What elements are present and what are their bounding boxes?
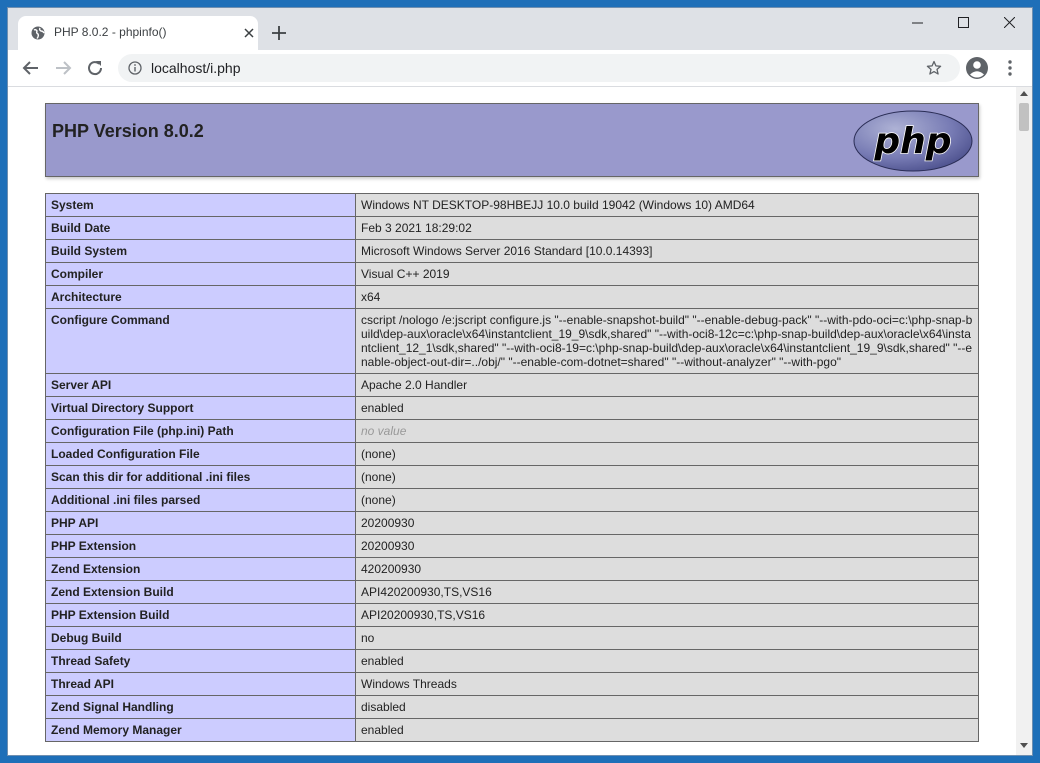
table-row: Scan this dir for additional .ini files(…: [45, 465, 979, 489]
table-row: Thread Safety enabled: [45, 649, 979, 673]
row-key: Build System: [45, 239, 356, 263]
info-icon[interactable]: [128, 61, 142, 75]
row-value: (none): [355, 488, 979, 512]
table-row: Configure Command cscript /nologo /e:jscr…: [45, 308, 979, 374]
row-key: Zend Signal Handling: [45, 695, 356, 719]
row-key: System: [45, 193, 356, 217]
svg-text:php: php: [873, 121, 951, 162]
arrow-right-icon[interactable]: [51, 56, 75, 80]
row-value: 420200930: [355, 557, 979, 581]
table-row: Server API Apache 2.0 Handler: [45, 373, 979, 397]
table-row: Configuration File (php.ini) Path no valu…: [45, 419, 979, 443]
reload-icon[interactable]: [83, 56, 107, 80]
row-value: no value: [355, 419, 979, 443]
table-row: Build System Microsoft Windows Server 201…: [45, 239, 979, 263]
table-row: Zend Signal Handling disabled: [45, 695, 979, 719]
row-key: Architecture: [45, 285, 356, 309]
vertical-scrollbar[interactable]: [1016, 87, 1032, 755]
row-key: PHP Extension: [45, 534, 356, 558]
close-window-button[interactable]: [986, 8, 1032, 38]
phpinfo-header: PHP Version 8.0.2 php: [45, 103, 979, 177]
browser-toolbar: localhost/i.php: [8, 50, 1032, 87]
row-value: 20200930: [355, 511, 979, 535]
row-value: enabled: [355, 649, 979, 673]
row-value: (none): [355, 442, 979, 466]
maximize-button[interactable]: [940, 8, 986, 38]
row-value: API20200930,TS,VS16: [355, 603, 979, 627]
row-key: Configuration File (php.ini) Path: [45, 419, 356, 443]
row-value: enabled: [355, 718, 979, 742]
table-row: Additional .ini files parsed (none): [45, 488, 979, 512]
star-icon[interactable]: [926, 60, 942, 76]
table-row: PHP Extension Build API20200930,TS,VS16: [45, 603, 979, 627]
table-row: Build Date Feb 3 2021 18:29:02: [45, 216, 979, 240]
row-value: Windows Threads: [355, 672, 979, 696]
row-value: disabled: [355, 695, 979, 719]
page-content: PHP Version 8.0.2 php System Windows NT …: [8, 87, 1016, 755]
phpinfo-table: System Windows NT DESKTOP-98HBEJJ 10.0 bu…: [45, 193, 979, 742]
page-title: PHP Version 8.0.2: [52, 121, 204, 141]
row-key: Virtual Directory Support: [45, 396, 356, 420]
minimize-button[interactable]: [894, 8, 940, 38]
row-key: Loaded Configuration File: [45, 442, 356, 466]
table-row: Debug Build no: [45, 626, 979, 650]
row-value: x64: [355, 285, 979, 309]
tab-title: PHP 8.0.2 - phpinfo(): [54, 25, 167, 39]
row-key: Debug Build: [45, 626, 356, 650]
row-key: Additional .ini files parsed: [45, 488, 356, 512]
row-key: Zend Extension: [45, 557, 356, 581]
scroll-up-icon[interactable]: [1020, 91, 1028, 96]
row-key: Server API: [45, 373, 356, 397]
row-key: Build Date: [45, 216, 356, 240]
row-key: Thread Safety: [45, 649, 356, 673]
table-row: PHP Extension 20200930: [45, 534, 979, 558]
scroll-down-icon[interactable]: [1020, 743, 1028, 748]
row-value: no: [355, 626, 979, 650]
tab-phpinfo[interactable]: PHP 8.0.2 - phpinfo(): [18, 16, 258, 50]
row-key: Compiler: [45, 262, 356, 286]
row-value: Windows NT DESKTOP-98HBEJJ 10.0 build 19…: [355, 193, 979, 217]
table-row: Virtual Directory Support enabled: [45, 396, 979, 420]
row-value: API420200930,TS,VS16: [355, 580, 979, 604]
row-value: Microsoft Windows Server 2016 Standard […: [355, 239, 979, 263]
profile-icon[interactable]: [964, 55, 990, 81]
row-value: enabled: [355, 396, 979, 420]
row-value: 20200930: [355, 534, 979, 558]
browser-window: PHP 8.0.2 - phpinfo() localhost/i.php PH…: [8, 8, 1032, 755]
url-text[interactable]: localhost/i.php: [151, 60, 241, 76]
tab-strip: PHP 8.0.2 - phpinfo(): [8, 8, 1032, 50]
globe-icon: [31, 26, 45, 40]
row-key: PHP API: [45, 511, 356, 535]
kebab-menu-icon[interactable]: [1000, 58, 1020, 78]
table-row: PHP API 20200930: [45, 511, 979, 535]
table-row: Compiler Visual C++ 2019: [45, 262, 979, 286]
row-value: (none): [355, 465, 979, 489]
scrollbar-thumb[interactable]: [1019, 103, 1029, 131]
table-row: Zend Memory Manager enabled: [45, 718, 979, 742]
table-row: Zend Extension 420200930: [45, 557, 979, 581]
table-row: Thread API Windows Threads: [45, 672, 979, 696]
table-row: System Windows NT DESKTOP-98HBEJJ 10.0 bu…: [45, 193, 979, 217]
row-value: Apache 2.0 Handler: [355, 373, 979, 397]
row-value: Visual C++ 2019: [355, 262, 979, 286]
close-tab-icon[interactable]: [240, 24, 258, 42]
row-key: Scan this dir for additional .ini files: [45, 465, 356, 489]
row-key: PHP Extension Build: [45, 603, 356, 627]
row-key: Zend Extension Build: [45, 580, 356, 604]
table-row: Architecture x64: [45, 285, 979, 309]
row-value: cscript /nologo /e:jscript configure.js …: [355, 308, 979, 374]
new-tab-button[interactable]: [267, 21, 291, 45]
row-value: Feb 3 2021 18:29:02: [355, 216, 979, 240]
address-bar[interactable]: localhost/i.php: [118, 54, 960, 82]
table-row: Loaded Configuration File (none): [45, 442, 979, 466]
row-key: Zend Memory Manager: [45, 718, 356, 742]
row-key: Thread API: [45, 672, 356, 696]
arrow-left-icon[interactable]: [19, 56, 43, 80]
row-key: Configure Command: [45, 308, 356, 374]
php-logo[interactable]: php: [852, 109, 974, 173]
table-row: Zend Extension Build API420200930,TS,VS16: [45, 580, 979, 604]
